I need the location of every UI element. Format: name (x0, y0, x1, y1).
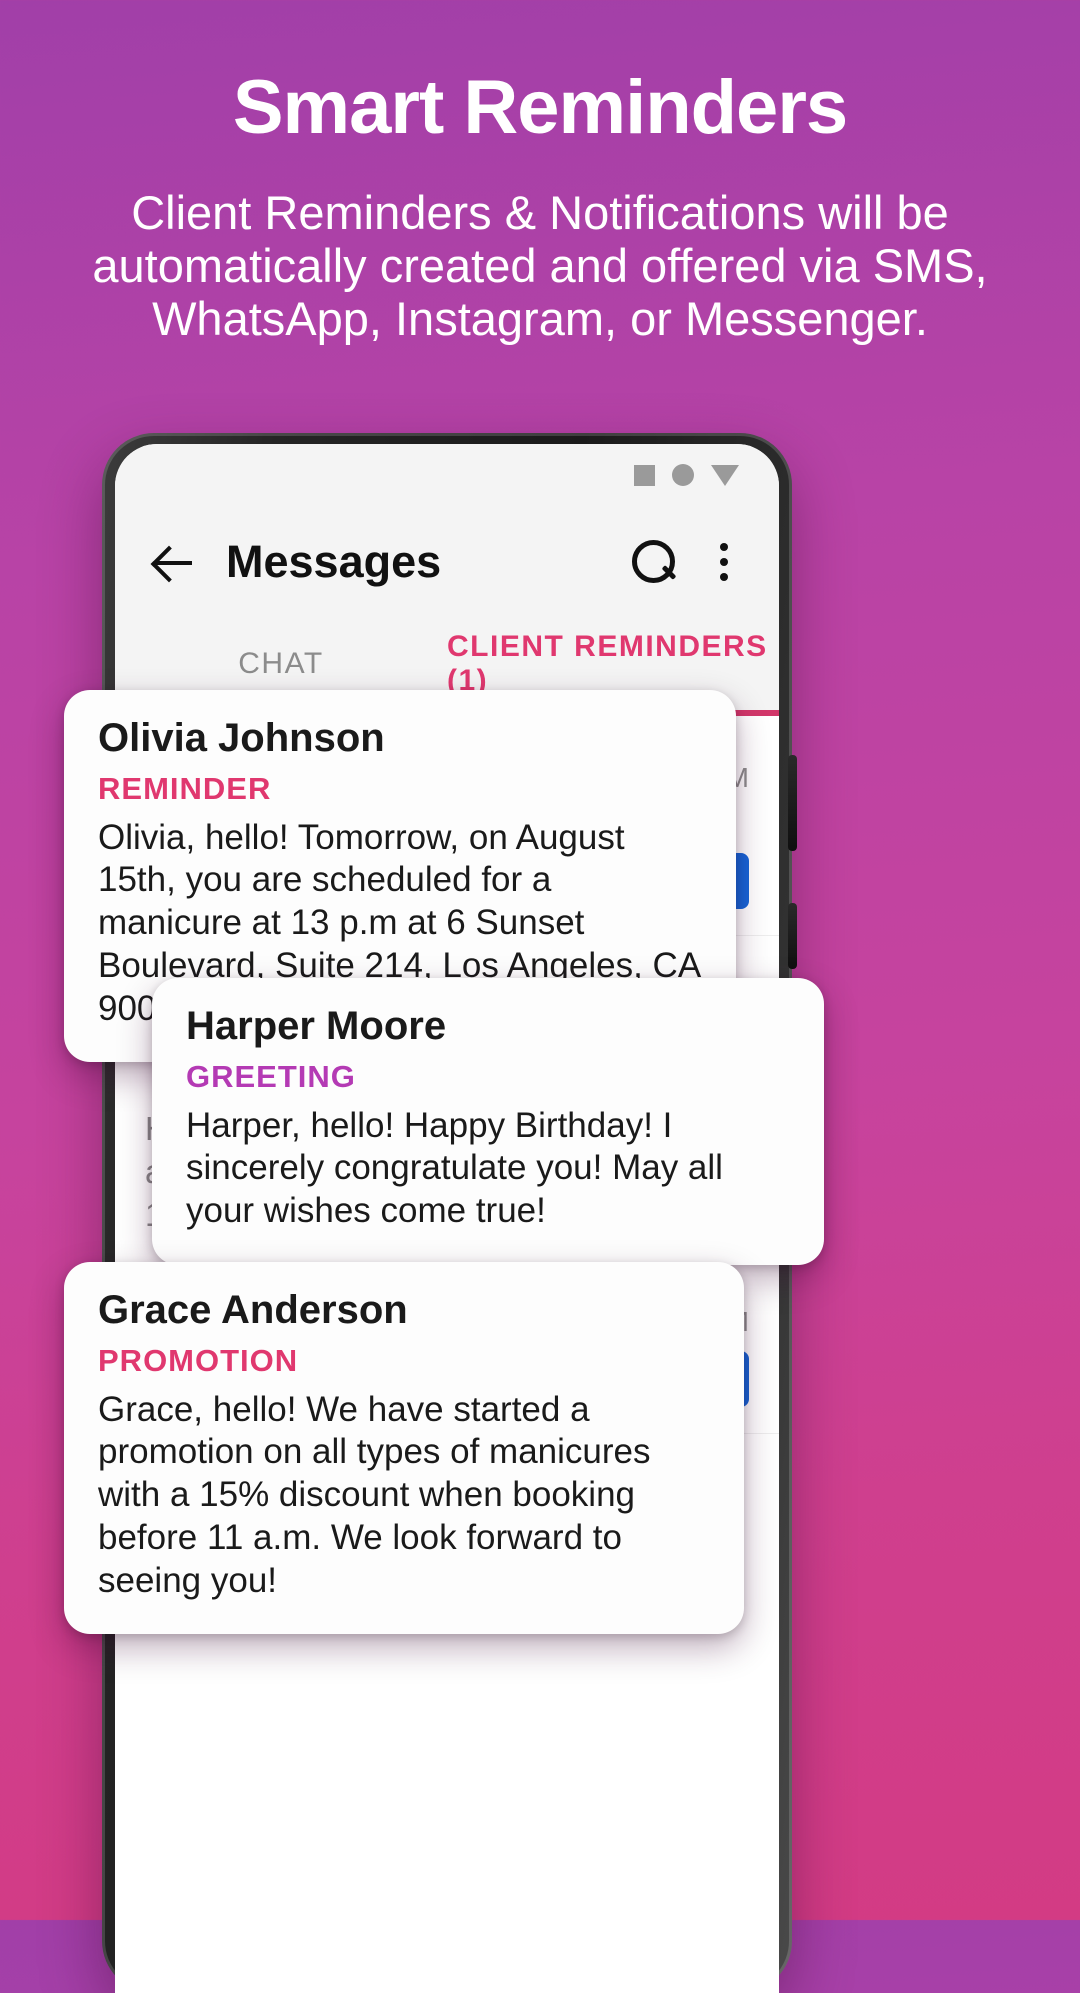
card-message-text: Harper, hello! Happy Birthday! I sincere… (186, 1105, 723, 1231)
card-client-name: Olivia Johnson (98, 716, 385, 760)
status-badge: REMINDER (98, 770, 272, 806)
phone-volume-button[interactable] (788, 903, 797, 969)
status-badge: GREETING (186, 1058, 356, 1094)
page-subtitle: Client Reminders & Notifications will be… (92, 185, 988, 346)
card-message-text: Grace, hello! We have started a promotio… (98, 1389, 651, 1600)
square-icon (634, 464, 655, 486)
circle-icon (672, 464, 694, 486)
card-client-name: Grace Anderson (98, 1288, 408, 1332)
status-bar (115, 444, 779, 506)
app-bar-title: Messages (226, 536, 442, 587)
search-icon[interactable] (627, 536, 679, 588)
more-vertical-icon[interactable] (707, 536, 741, 588)
arrow-left-icon[interactable] (147, 535, 201, 589)
reminder-card-harper[interactable]: Harper Moore GREETING Harper, hello! Hap… (152, 978, 824, 1265)
triangle-down-icon (711, 464, 739, 486)
reminder-card-grace[interactable]: Grace Anderson PROMOTION Grace, hello! W… (64, 1262, 744, 1635)
promo-header: Smart Reminders Client Reminders & Notif… (0, 0, 1080, 345)
page-title: Smart Reminders (232, 65, 848, 150)
status-badge: PROMOTION (98, 1342, 299, 1378)
app-bar: Messages (115, 506, 779, 618)
phone-power-button[interactable] (788, 755, 797, 851)
card-client-name: Harper Moore (186, 1004, 447, 1048)
